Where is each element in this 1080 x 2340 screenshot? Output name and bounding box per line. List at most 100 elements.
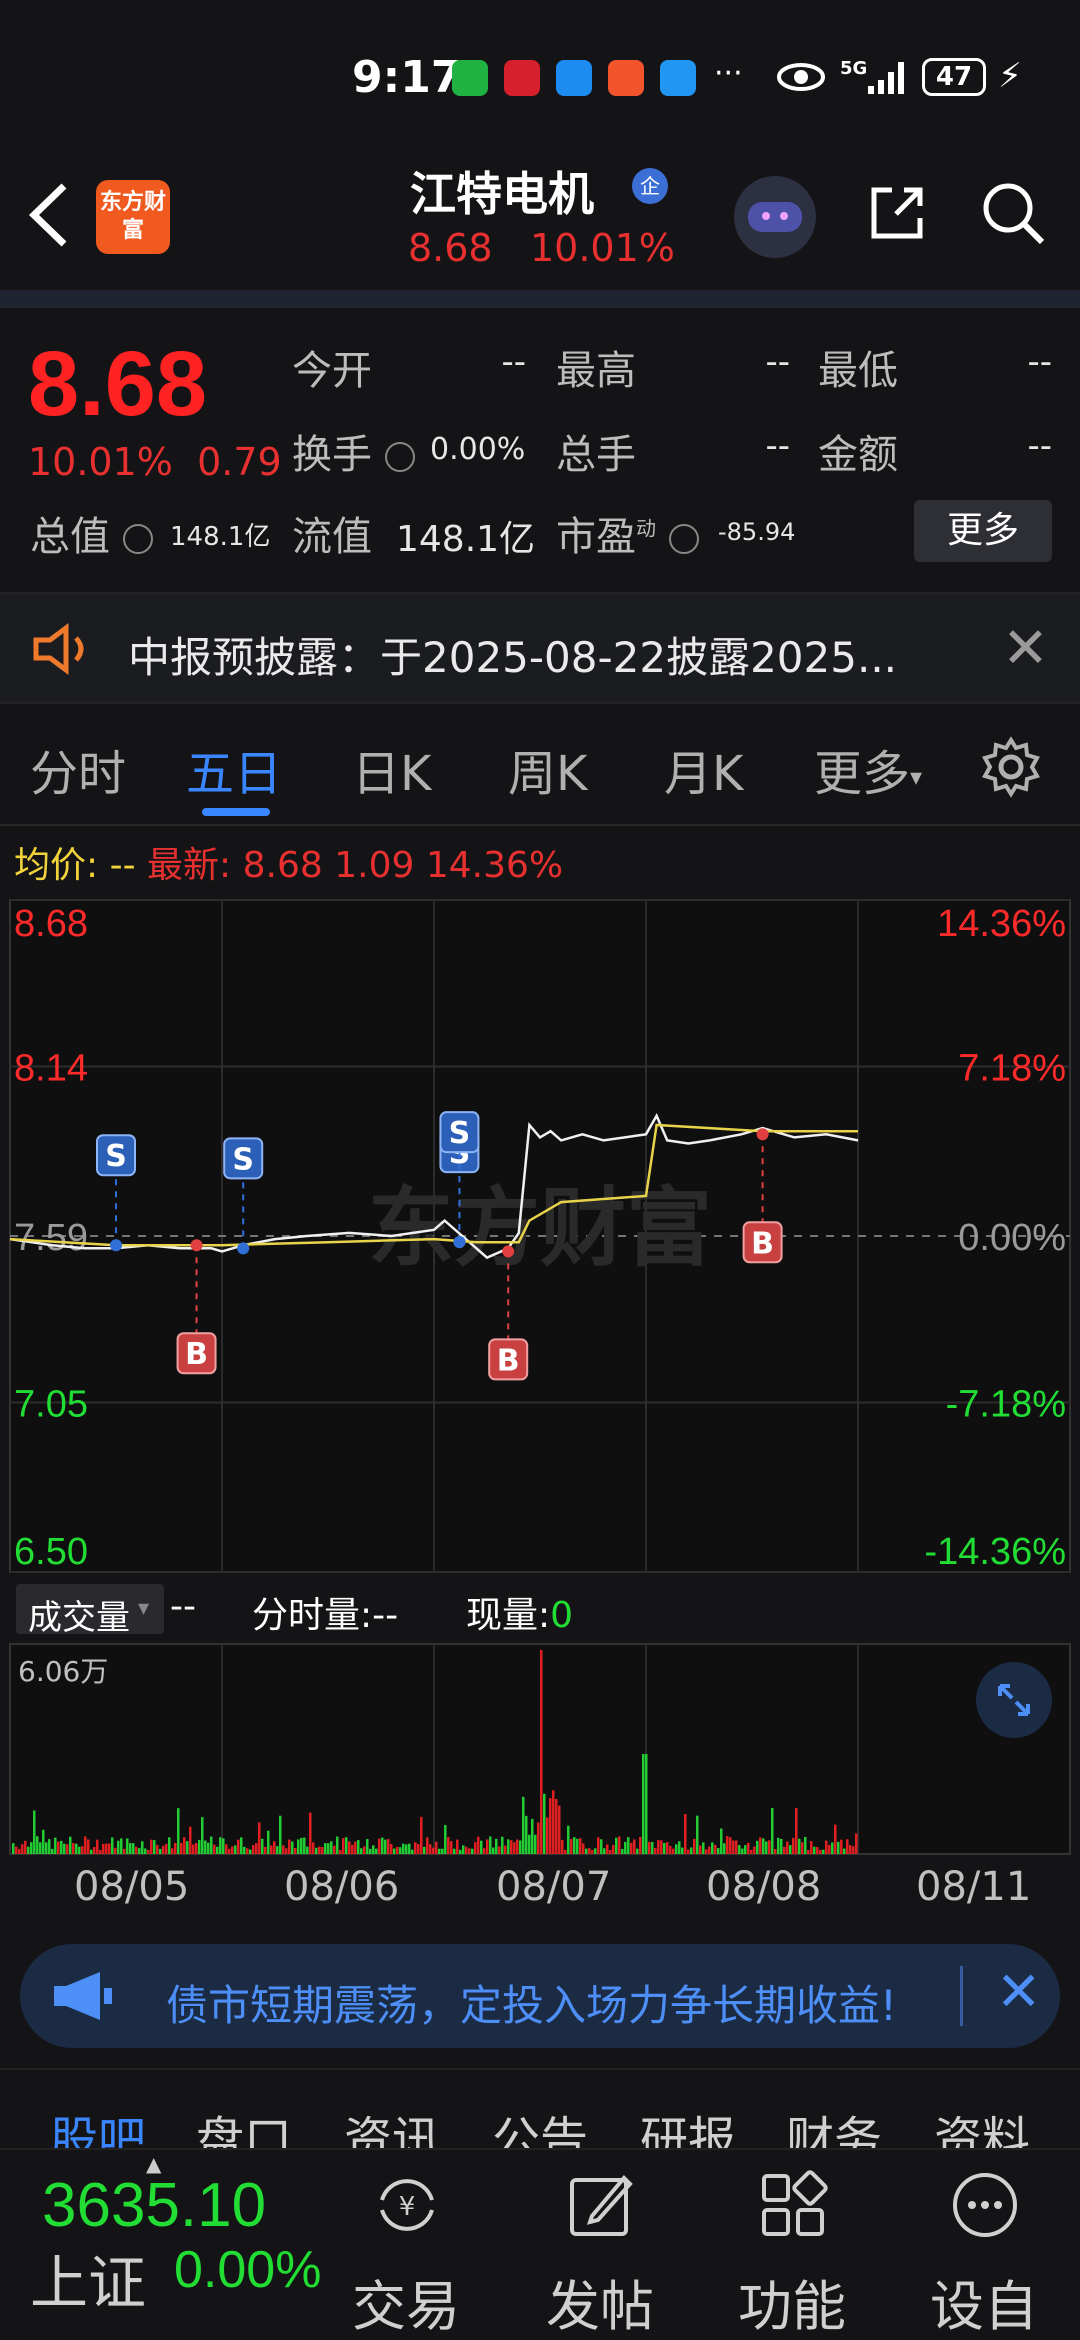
volume-bar — [390, 1843, 393, 1854]
share-icon[interactable] — [866, 182, 928, 244]
info-icon[interactable] — [384, 442, 415, 472]
nav-post[interactable]: 发帖 — [530, 2150, 670, 2338]
volume-bar — [336, 1836, 339, 1854]
info-icon[interactable] — [122, 524, 153, 554]
notice-bar[interactable]: 中报预披露：于2025-08-22披露2025... ✕ — [0, 592, 1080, 704]
tab-day-k[interactable]: 日K — [352, 734, 431, 804]
tab-fenshi[interactable]: 分时 — [30, 734, 126, 804]
volume-bar — [840, 1839, 843, 1854]
close-notice-button[interactable]: ✕ — [1002, 616, 1049, 681]
volume-bar — [723, 1843, 726, 1854]
volume-bar — [795, 1807, 798, 1854]
more-quote-button[interactable]: 更多 — [914, 500, 1052, 562]
volume-bar — [363, 1846, 366, 1854]
volume-bar — [186, 1841, 189, 1854]
volume-bar — [222, 1838, 225, 1854]
volume-bar — [24, 1840, 27, 1854]
volume-bar — [69, 1836, 72, 1854]
marker-label: B — [497, 1343, 520, 1378]
tab-five-day[interactable]: 五日 — [186, 734, 282, 804]
volume-bar — [333, 1845, 336, 1854]
volume-bar — [27, 1846, 30, 1854]
volume-bar — [717, 1848, 720, 1854]
marker-label: B — [185, 1337, 208, 1372]
volume-bar — [471, 1848, 474, 1854]
close-ad-button[interactable]: ✕ — [996, 1960, 1041, 2023]
change-pct: 10.01% — [28, 440, 173, 484]
volume-bar — [834, 1824, 837, 1854]
app-notification-icon — [608, 60, 644, 96]
index-value[interactable]: 3635.10 — [42, 2170, 266, 2241]
volume-selector[interactable]: 成交量 ▾ — [16, 1584, 164, 1638]
nav-trade[interactable]: ¥ 交易 — [336, 2150, 476, 2338]
volume-bar — [759, 1837, 762, 1854]
volume-bar — [246, 1848, 249, 1854]
marker-label: B — [751, 1226, 774, 1261]
search-icon[interactable] — [980, 180, 1046, 246]
volume-bar — [231, 1846, 234, 1854]
fullscreen-button[interactable] — [976, 1662, 1052, 1738]
volume-bar — [114, 1847, 117, 1854]
x-tick-label: 08/11 — [916, 1864, 1032, 1910]
current-price: 8.68 — [28, 333, 208, 435]
volume-bar — [744, 1845, 747, 1854]
volume-bar — [747, 1842, 750, 1854]
volume-bar — [843, 1848, 846, 1854]
grid-icon — [762, 2170, 828, 2236]
volume-bar — [459, 1849, 462, 1854]
ai-assistant-button[interactable] — [734, 176, 816, 258]
five-day-price-chart[interactable]: 东方财富 8.68 14.36% 8.14 7.18% 7.59 0.00% 7.05 -7.1… — [0, 890, 1080, 1580]
turnover-value: 0.00% — [430, 432, 526, 467]
volume-bar — [456, 1839, 459, 1854]
volume-bar — [63, 1843, 66, 1854]
volume-bar — [240, 1837, 243, 1854]
volume-bar — [825, 1840, 828, 1854]
tab-more[interactable]: 更多▾ — [814, 734, 922, 804]
volume-bar — [54, 1837, 57, 1854]
x-tick-label: 08/05 — [74, 1864, 190, 1910]
info-icon[interactable] — [668, 524, 699, 554]
volume-bar — [300, 1837, 303, 1854]
volume-bar — [606, 1844, 609, 1854]
megaphone-icon — [54, 1972, 112, 2020]
volume-bar — [150, 1839, 153, 1854]
volume-bar — [432, 1847, 435, 1854]
marker-dot — [453, 1236, 466, 1249]
volume-bar — [852, 1846, 855, 1854]
message-icon — [556, 60, 592, 96]
open-value: -- — [501, 342, 526, 382]
y-tick-label-left: 7.05 — [14, 1383, 88, 1425]
volume-bar — [192, 1844, 195, 1854]
volume-bar — [690, 1847, 693, 1854]
nav-functions[interactable]: 功能 — [722, 2150, 862, 2338]
mktcap-value: 148.1亿 — [170, 522, 271, 552]
back-button[interactable] — [24, 180, 74, 261]
index-name[interactable]: 上证 — [30, 2236, 146, 2320]
volume-bar — [270, 1845, 273, 1854]
ad-banner[interactable]: 债市短期震荡，定投入场力争长期收益! ✕ — [20, 1944, 1060, 2048]
volume-bar — [168, 1837, 171, 1854]
volume-bar — [45, 1842, 48, 1854]
mktcap-label: 总值 — [30, 504, 153, 562]
volume-bar — [552, 1790, 555, 1854]
settings-gear-icon[interactable] — [980, 736, 1042, 798]
volume-bar — [387, 1839, 390, 1854]
volume-bar — [579, 1838, 582, 1854]
volume-bar — [639, 1836, 642, 1854]
volume-bar — [819, 1849, 822, 1854]
y-tick-label-left: 8.68 — [14, 903, 88, 945]
tab-month-k[interactable]: 月K — [664, 734, 743, 804]
volume-bar — [636, 1848, 639, 1854]
volume-bar — [624, 1841, 627, 1854]
tab-week-k[interactable]: 周K — [508, 734, 587, 804]
volume-bar — [327, 1843, 330, 1854]
dropdown-icon: ▾ — [138, 1596, 150, 1621]
marker-dot — [110, 1239, 122, 1252]
volume-bar — [294, 1848, 297, 1854]
nav-watchlist-settings[interactable]: 设自选 — [914, 2150, 1054, 2338]
volume-bar — [12, 1843, 15, 1854]
volume-bar — [90, 1849, 93, 1854]
battery-icon: 47 — [922, 58, 986, 96]
marker-dot — [237, 1242, 250, 1255]
volume-bar — [18, 1848, 21, 1854]
